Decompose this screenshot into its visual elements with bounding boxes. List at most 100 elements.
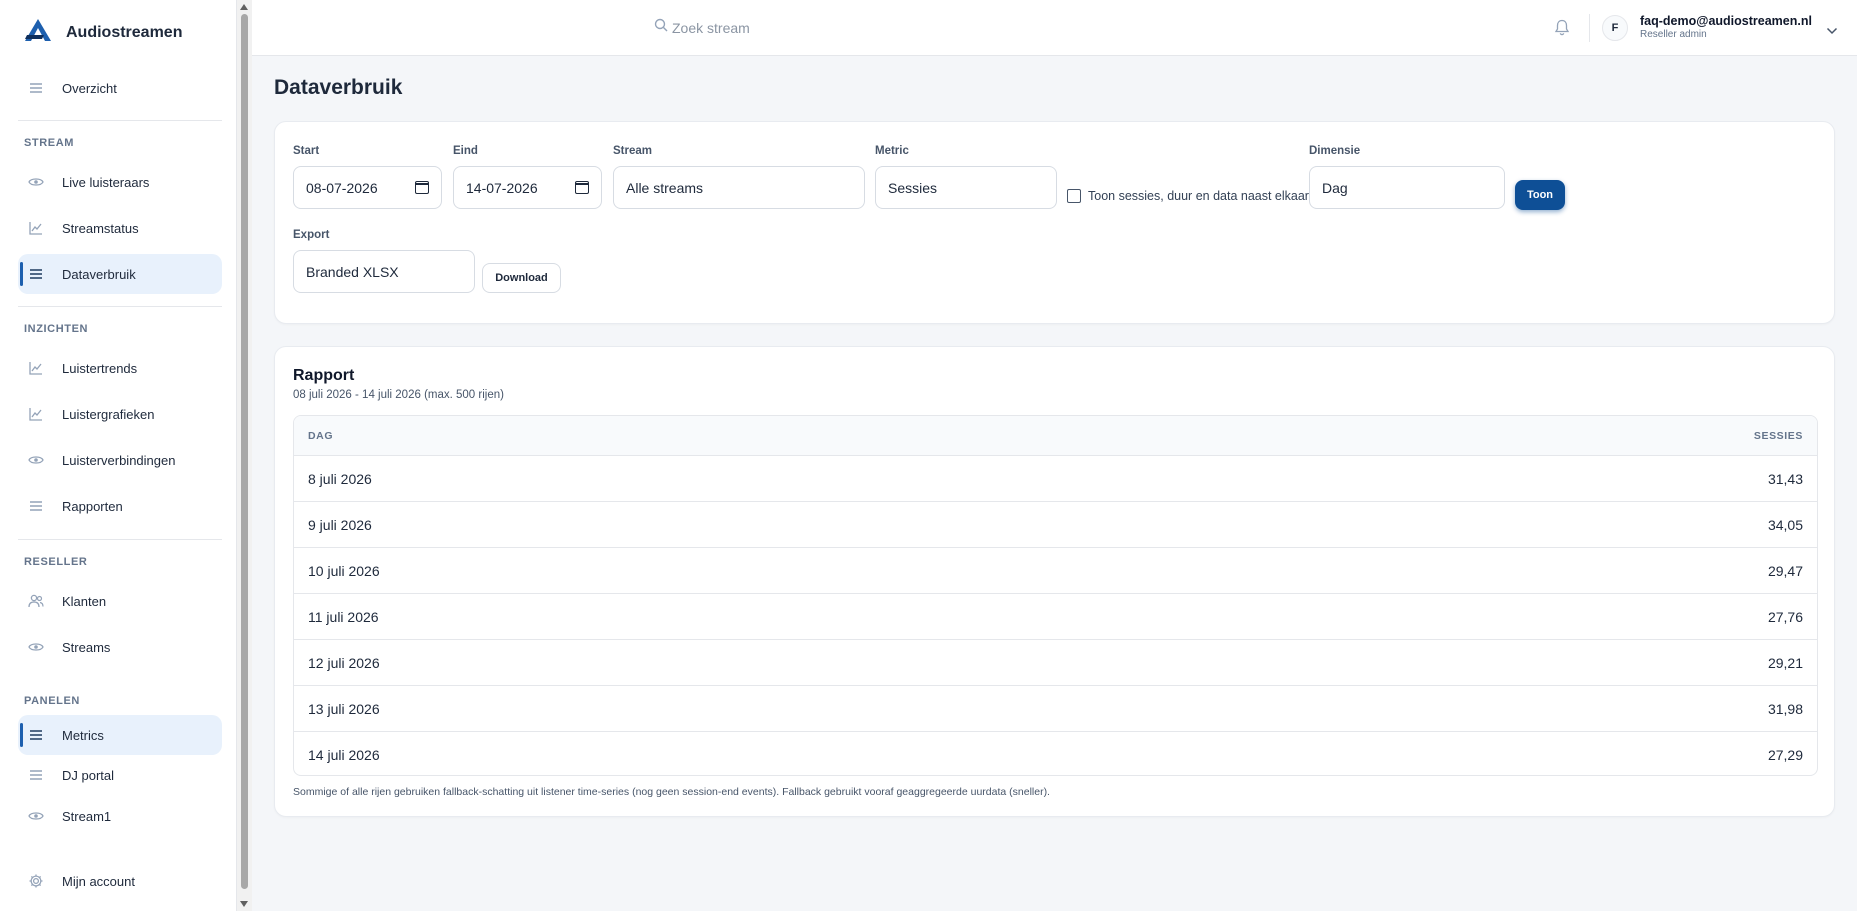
chart-line-icon	[28, 360, 44, 376]
side-by-side-checkbox[interactable]	[1067, 189, 1081, 203]
sidebar-item-dj-portal[interactable]: DJ portal	[18, 755, 222, 795]
sidebar-item-label: Luistergrafieken	[62, 406, 155, 422]
dimension-select[interactable]: Dag	[1309, 166, 1505, 209]
page-title: Dataverbruik	[274, 76, 403, 99]
brand-name: Audiostreamen	[66, 23, 183, 41]
sidebar-item-mijn-account[interactable]: Mijn account	[18, 861, 222, 901]
stream-select-value: Alle streams	[626, 179, 704, 196]
scrollbar-thumb[interactable]	[241, 14, 248, 889]
start-date-value: 08-07-2026	[306, 179, 378, 196]
cell-value: 31,98	[1767, 700, 1803, 717]
brand[interactable]: Audiostreamen	[24, 18, 182, 47]
sidebar-item-live-luisteraars[interactable]: Live luisteraars	[18, 162, 222, 202]
user-menu[interactable]: faq-demo@audiostreamen.nl Reseller admin	[1640, 14, 1812, 41]
start-date-field[interactable]: 08-07-2026	[293, 166, 442, 209]
end-date-field[interactable]: 14-07-2026	[453, 166, 602, 209]
sidebar-scrollbar[interactable]	[237, 0, 252, 911]
sidebar-item-streamstatus[interactable]: Streamstatus	[18, 208, 222, 248]
sidebar-item-luistertrends[interactable]: Luistertrends	[18, 348, 222, 388]
sidebar-item-luistergrafieken[interactable]: Luistergrafieken	[18, 394, 222, 434]
cell-value: 27,76	[1767, 608, 1803, 625]
cell-day: 13 juli 2026	[308, 700, 380, 717]
menu-lines-icon	[28, 80, 44, 96]
calendar-icon[interactable]	[575, 181, 589, 194]
cell-day: 11 juli 2026	[308, 608, 379, 625]
sidebar-item-label: DJ portal	[62, 767, 115, 783]
eye-icon	[28, 174, 44, 190]
report-card: Rapport 08 juli 2026 - 14 juli 2026 (max…	[274, 346, 1835, 817]
calendar-icon[interactable]	[415, 181, 429, 194]
sidebar-item-overzicht[interactable]: Overzicht	[18, 68, 222, 108]
sidebar-item-label: Overzicht	[62, 80, 117, 96]
sidebar-item-label: Klanten	[62, 593, 107, 609]
export-format-select[interactable]: Branded XLSX	[293, 250, 475, 293]
chevron-down-icon[interactable]	[1826, 22, 1838, 40]
sidebar-item-label: Live luisteraars	[62, 174, 150, 190]
chart-line-icon	[28, 406, 44, 422]
sidebar-item-label: Mijn account	[62, 873, 135, 889]
search-icon	[654, 18, 668, 37]
bell-icon[interactable]	[1554, 19, 1570, 41]
stream-select[interactable]: Alle streams	[613, 166, 865, 209]
metric-select[interactable]: Sessies	[875, 166, 1057, 209]
menu-lines-icon	[28, 266, 44, 282]
search-input[interactable]	[672, 19, 972, 36]
report-footnote: Sommige of alle rijen gebruiken fallback…	[293, 786, 1050, 798]
sidebar-item-stream1[interactable]: Stream1	[18, 796, 222, 836]
cell-value: 31,43	[1767, 470, 1803, 487]
sidebar-item-label: Luistertrends	[62, 360, 138, 376]
cell-value: 29,21	[1767, 654, 1803, 671]
sidebar-item-metrics[interactable]: Metrics	[18, 715, 222, 755]
search-box[interactable]	[654, 18, 972, 37]
sidebar-item-rapporten[interactable]: Rapporten	[18, 486, 222, 526]
cell-day: 14 juli 2026	[308, 747, 380, 763]
sidebar-item-dataverbruik[interactable]: Dataverbruik	[18, 254, 222, 294]
sidebar-divider	[18, 306, 222, 307]
section-label-stream: STREAM	[24, 137, 75, 149]
avatar[interactable]: F	[1602, 15, 1628, 41]
filters-card: Start 08-07-2026 Eind 14-07-2026 Stream …	[274, 121, 1835, 324]
gear-icon	[28, 873, 44, 889]
export-format-value: Branded XLSX	[306, 263, 399, 280]
menu-lines-icon	[28, 727, 44, 743]
section-label-reseller: RESELLER	[24, 556, 88, 568]
scroll-down-arrow-icon[interactable]	[240, 901, 248, 907]
scroll-up-arrow-icon[interactable]	[240, 4, 248, 10]
report-table: DAG SESSIES 8 juli 2026 31,43 9 juli 202…	[293, 415, 1818, 776]
sidebar-item-label: Metrics	[62, 727, 104, 743]
table-row: 10 juli 2026 29,47	[294, 548, 1817, 594]
cell-day: 12 juli 2026	[308, 654, 380, 671]
eye-icon	[28, 808, 44, 824]
download-button[interactable]: Download	[482, 263, 561, 293]
audiostreamen-logo-icon	[24, 18, 52, 47]
dimension-select-value: Dag	[1322, 179, 1348, 196]
start-label: Start	[293, 145, 320, 157]
cell-day: 9 juli 2026	[308, 516, 372, 533]
user-role: Reseller admin	[1640, 29, 1707, 40]
sidebar: Audiostreamen Overzicht STREAM Live luis…	[0, 0, 237, 911]
menu-lines-icon	[28, 767, 44, 783]
side-by-side-toggle[interactable]: Toon sessies, duur en data naast elkaar	[1067, 189, 1309, 203]
cell-value: 29,47	[1767, 562, 1803, 579]
cell-value: 27,29	[1767, 747, 1803, 763]
user-email: faq-demo@audiostreamen.nl	[1640, 14, 1812, 28]
header-separator	[1589, 14, 1590, 42]
table-row: 12 juli 2026 29,21	[294, 640, 1817, 686]
export-label: Export	[293, 229, 330, 241]
sidebar-item-label: Dataverbruik	[62, 266, 136, 282]
sidebar-divider	[18, 539, 222, 540]
sidebar-item-streams[interactable]: Streams	[18, 627, 222, 667]
menu-lines-icon	[28, 498, 44, 514]
section-label-panelen: PANELEN	[24, 695, 80, 707]
section-label-inzichten: INZICHTEN	[24, 323, 89, 335]
stream-label: Stream	[613, 145, 652, 157]
column-header-day[interactable]: DAG	[308, 430, 333, 442]
users-icon	[28, 593, 44, 609]
table-header: DAG SESSIES	[294, 416, 1817, 456]
sidebar-item-luisterverbindingen[interactable]: Luisterverbindingen	[18, 440, 222, 480]
sidebar-item-klanten[interactable]: Klanten	[18, 581, 222, 621]
sidebar-item-label: Streamstatus	[62, 220, 139, 236]
dimension-label: Dimensie	[1309, 145, 1361, 157]
column-header-sessions[interactable]: SESSIES	[1754, 430, 1803, 442]
show-button[interactable]: Toon	[1515, 180, 1565, 210]
